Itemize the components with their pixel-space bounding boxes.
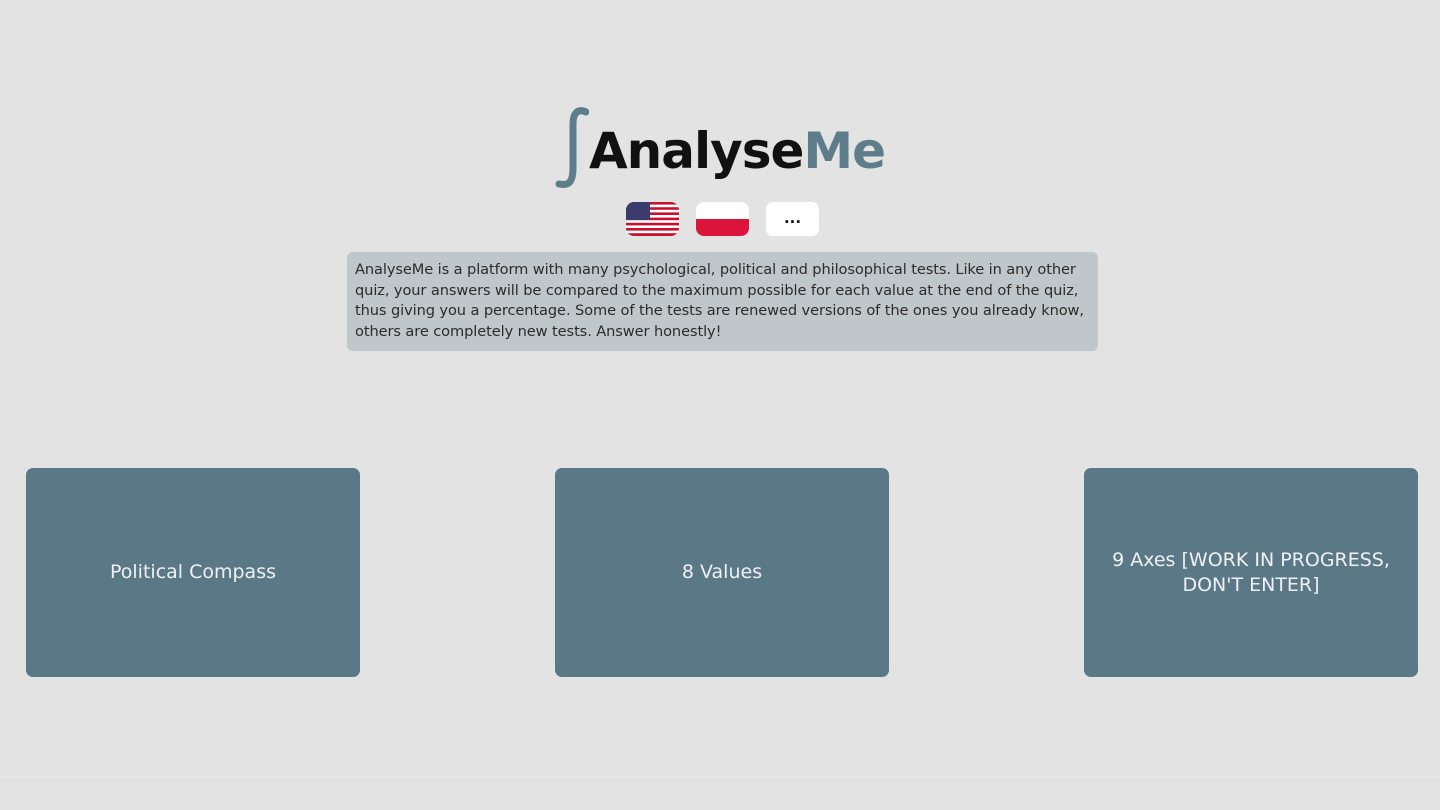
logo: AnalyseMe <box>0 100 1440 190</box>
language-selector: ... <box>626 202 819 236</box>
footer-divider <box>0 776 1440 777</box>
intro-description: AnalyseMe is a platform with many psycho… <box>347 252 1098 351</box>
logo-text: AnalyseMe <box>589 126 886 176</box>
integral-icon <box>555 107 589 188</box>
language-english-button[interactable] <box>626 202 679 236</box>
test-card-label: 8 Values <box>681 561 763 583</box>
test-card-label: Political Compass <box>110 561 276 583</box>
test-card-label: 9 Axes [WORK IN PROGRESS, DON'T ENTER] <box>1112 548 1390 596</box>
page: AnalyseMe ... AnalyseMe is a platform wi… <box>0 0 1440 810</box>
test-card-political-compass[interactable]: Political Compass <box>26 468 360 677</box>
language-polish-button[interactable] <box>696 202 749 236</box>
logo-text-primary: Analyse <box>588 122 804 180</box>
poland-flag-icon <box>696 202 749 236</box>
more-languages-button[interactable]: ... <box>766 202 819 236</box>
logo-text-accent: Me <box>803 122 886 180</box>
test-card-9-axes[interactable]: 9 Axes [WORK IN PROGRESS, DON'T ENTER] <box>1084 468 1418 677</box>
us-flag-icon <box>626 202 679 236</box>
test-card-8-values[interactable]: 8 Values <box>555 468 889 677</box>
